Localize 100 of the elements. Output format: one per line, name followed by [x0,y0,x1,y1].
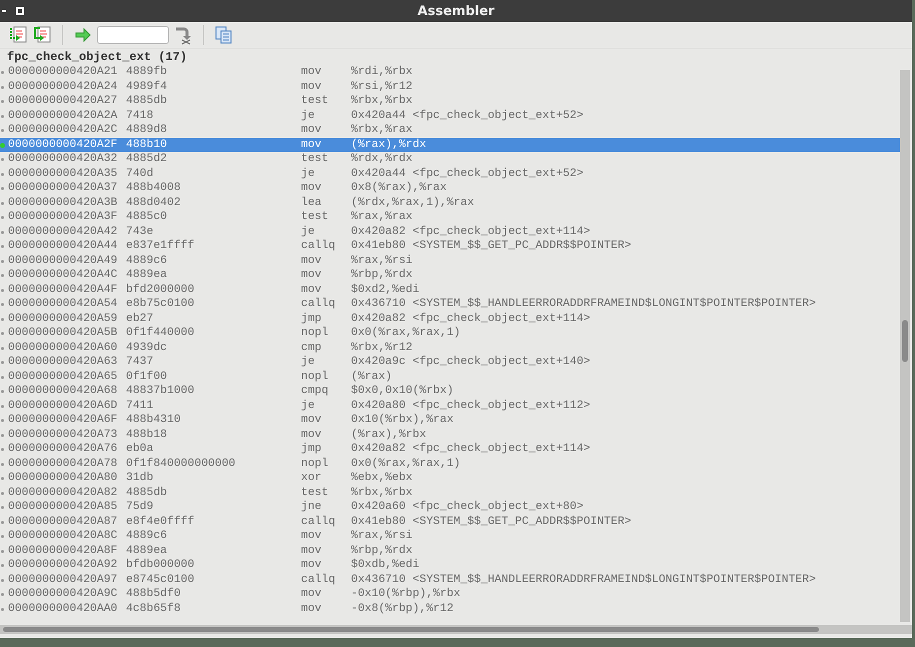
mnemonic-cell-text: mov [301,123,323,138]
instruction-row[interactable]: 0000000000420A85 75d9 jne 0x420a60 <fpc_check_object_ext+80> [0,500,900,514]
bytes-cell-text: eb27 [126,312,154,326]
bytes-cell-text: 0f1f840000000000 [126,456,236,471]
instruction-row[interactable]: 0000000000420A2F 488b10 mov (%rax),%rdx [0,138,900,152]
address-cell-text: 0000000000420A32 [8,152,118,166]
instruction-row[interactable]: 0000000000420A37 488b4008 mov 0x8(%rax),%rax [0,181,900,196]
operands-cell: (%rdx,%rax,1),%rax [351,196,474,210]
address-cell-text: 0000000000420A97 [8,572,118,587]
operands-cell: -0x8(%rbp),%r12 [351,602,454,616]
mnemonic-cell-text: test [301,94,330,108]
operands-cell: 0x420a80 <fpc_check_object_ext+112> [351,398,590,413]
address-cell-text: 0000000000420A49 [8,254,118,268]
instruction-row[interactable]: 0000000000420A73 488b18 mov (%rax),%rbx [0,428,900,442]
instruction-row[interactable]: 0000000000420A49 4889c6 mov %rax,%rsi [0,254,900,268]
instruction-row[interactable]: 0000000000420A68 48837b1000 cmpq $0x0,0x10(%rbx) [0,384,900,398]
instruction-row[interactable]: 0000000000420A4F bfd2000000 mov $0xd2,%edi [0,282,900,297]
bytes-cell-text: 4889c6 [126,529,168,544]
instruction-row[interactable]: 0000000000420AA0 4c8b65f8 mov -0x8(%rbp),%r12 [0,602,900,616]
address-cell-text: 0000000000420A60 [8,340,118,355]
mnemonic-cell-text: callq [301,572,336,587]
instruction-row[interactable]: 0000000000420A59 eb27 jmp 0x420a82 <fpc_check_object_ext+114> [0,312,900,326]
operands-cell: 0x420a82 <fpc_check_object_ext+114> [351,442,590,456]
instruction-row[interactable]: 0000000000420A60 4939dc cmp %rbx,%r12 [0,340,900,355]
mnemonic-cell-text: xor [301,471,323,486]
instruction-row[interactable]: 0000000000420A42 743e je 0x420a82 <fpc_check_object_ext+114> [0,224,900,239]
address-cell-text: 0000000000420A8C [8,529,118,544]
instruction-row[interactable]: 0000000000420A2C 4889d8 mov %rbx,%rax [0,123,900,138]
bytes-cell-text: eb0a [126,442,154,456]
instruction-row[interactable]: 0000000000420A97 e8745c0100 callq 0x436710 <SYSTEM_$$_HANDLEERRORADDRFRAMEIND$LONGINT$POINTER$POINTER> [0,572,900,587]
instruction-row[interactable]: 0000000000420A3B 488d0402 lea (%rdx,%rax,1),%rax [0,196,900,210]
mnemonic-cell-text: mov [301,181,323,196]
instruction-row[interactable]: 0000000000420A80 31db xor %ebx,%ebx [0,471,900,486]
instruction-row[interactable]: 0000000000420A2A 7418 je 0x420a44 <fpc_check_object_ext+52> [0,108,900,123]
instruction-row[interactable]: 0000000000420A63 7437 je 0x420a9c <fpc_check_object_ext+140> [0,355,900,370]
instruction-row[interactable]: 0000000000420A8C 4889c6 mov %rax,%rsi [0,529,900,544]
address-cell-text: 0000000000420A37 [8,181,118,196]
address-cell-text: 0000000000420A27 [8,94,118,108]
bytes-cell-text: 4885d2 [126,152,168,166]
bytes-cell-text: 488b4310 [126,413,182,428]
bytes-cell-text: 4885db [126,486,168,500]
instruction-row[interactable]: 0000000000420A44 e837e1ffff callq 0x41eb80 <SYSTEM_$$_GET_PC_ADDR$$POINTER> [0,239,900,254]
instruction-row[interactable]: 0000000000420A87 e8f4e0ffff callq 0x41eb80 <SYSTEM_$$_GET_PC_ADDR$$POINTER> [0,514,900,529]
address-cell-text: 0000000000420A78 [8,456,118,471]
mnemonic-cell-text: cmpq [301,384,330,398]
mnemonic-cell-text: je [301,355,316,370]
instruction-row[interactable]: 0000000000420A65 0f1f00 nopl (%rax) [0,370,900,384]
bytes-cell-text: 0f1f00 [126,370,168,384]
address-cell-text: 0000000000420A92 [8,558,118,572]
address-cell-text: 0000000000420A73 [8,428,118,442]
instruction-row[interactable]: 0000000000420A35 740d je 0x420a44 <fpc_check_object_ext+52> [0,166,900,181]
bytes-cell-text: 7437 [126,355,154,370]
instruction-row[interactable]: 0000000000420A6D 7411 je 0x420a80 <fpc_check_object_ext+112> [0,398,900,413]
instruction-row[interactable]: 0000000000420A9C 488b5df0 mov -0x10(%rbp),%rbx [0,587,900,602]
mnemonic-cell-text: mov [301,558,323,572]
mnemonic-cell-text: mov [301,282,323,297]
instruction-row[interactable]: 0000000000420A78 0f1f840000000000 nopl 0x0(%rax,%rax,1) [0,456,900,471]
bytes-cell-text: 4889d8 [126,123,168,138]
address-cell-text: 0000000000420A2A [8,108,118,123]
instruction-row[interactable]: 0000000000420A76 eb0a jmp 0x420a82 <fpc_check_object_ext+114> [0,442,900,456]
instruction-row[interactable]: 0000000000420A4C 4889ea mov %rbp,%rdx [0,268,900,282]
operands-cell: (%rax),%rdx [351,138,426,152]
mnemonic-cell-text: mov [301,268,323,282]
bytes-cell-text: 31db [126,471,154,486]
mnemonic-cell-text: je [301,398,316,413]
address-cell-text: 0000000000420A42 [8,224,118,239]
bytes-cell-text: 0f1f440000 [126,326,196,340]
address-cell-text: 0000000000420A76 [8,442,118,456]
instruction-row[interactable]: 0000000000420A82 4885db test %rbx,%rbx [0,486,900,500]
instruction-row[interactable]: 0000000000420A24 4989f4 mov %rsi,%r12 [0,80,900,94]
operands-cell: 0x0(%rax,%rax,1) [351,326,460,340]
mnemonic-cell-text: jmp [301,312,323,326]
operands-cell: 0x41eb80 <SYSTEM_$$_GET_PC_ADDR$$POINTER> [351,514,632,529]
bytes-cell-text: bfdb000000 [126,558,196,572]
operands-cell: (%rax),%rbx [351,428,426,442]
operands-cell: 0x420a44 <fpc_check_object_ext+52> [351,166,584,181]
address-cell-text: 0000000000420A44 [8,239,118,254]
bytes-cell-text: 7418 [126,108,154,123]
instruction-row[interactable]: 0000000000420A92 bfdb000000 mov $0xdb,%edi [0,558,900,572]
instruction-row[interactable]: 0000000000420A5B 0f1f440000 nopl 0x0(%rax,%rax,1) [0,326,900,340]
mnemonic-cell-text: mov [301,544,323,558]
bytes-cell-text: 488b5df0 [126,587,182,602]
instruction-row[interactable]: 0000000000420A54 e8b75c0100 callq 0x436710 <SYSTEM_$$_HANDLEERRORADDRFRAMEIND$LONGINT$POINTER$POINTER> [0,297,900,312]
instruction-row[interactable]: 0000000000420A32 4885d2 test %rdx,%rdx [0,152,900,166]
mnemonic-cell-text: test [301,210,330,224]
instruction-row[interactable]: 0000000000420A3F 4885c0 test %rax,%rax [0,210,900,224]
operands-cell: 0x436710 <SYSTEM_$$_HANDLEERRORADDRFRAMEIND$LONGINT$POINTER$POINTER> [351,297,816,312]
instruction-row[interactable]: 0000000000420A8F 4889ea mov %rbp,%rdx [0,544,900,558]
mnemonic-cell-text: test [301,486,330,500]
address-cell-text: 0000000000420A9C [8,587,118,602]
bytes-cell-text: 4c8b65f8 [126,602,182,616]
operands-cell: $0x0,0x10(%rbx) [351,384,454,398]
mnemonic-cell-text: jne [301,500,323,514]
instruction-row[interactable]: 0000000000420A6F 488b4310 mov 0x10(%rbx),%rax [0,413,900,428]
bytes-cell-text: 488b18 [126,428,168,442]
instruction-row[interactable]: 0000000000420A21 4889fb mov %rdi,%rbx [0,65,900,80]
address-cell-text: 0000000000420A3F [8,210,118,224]
bytes-cell-text: 4939dc [126,340,168,355]
instruction-row[interactable]: 0000000000420A27 4885db test %rbx,%rbx [0,94,900,108]
bytes-cell-text: 48837b1000 [126,384,196,398]
